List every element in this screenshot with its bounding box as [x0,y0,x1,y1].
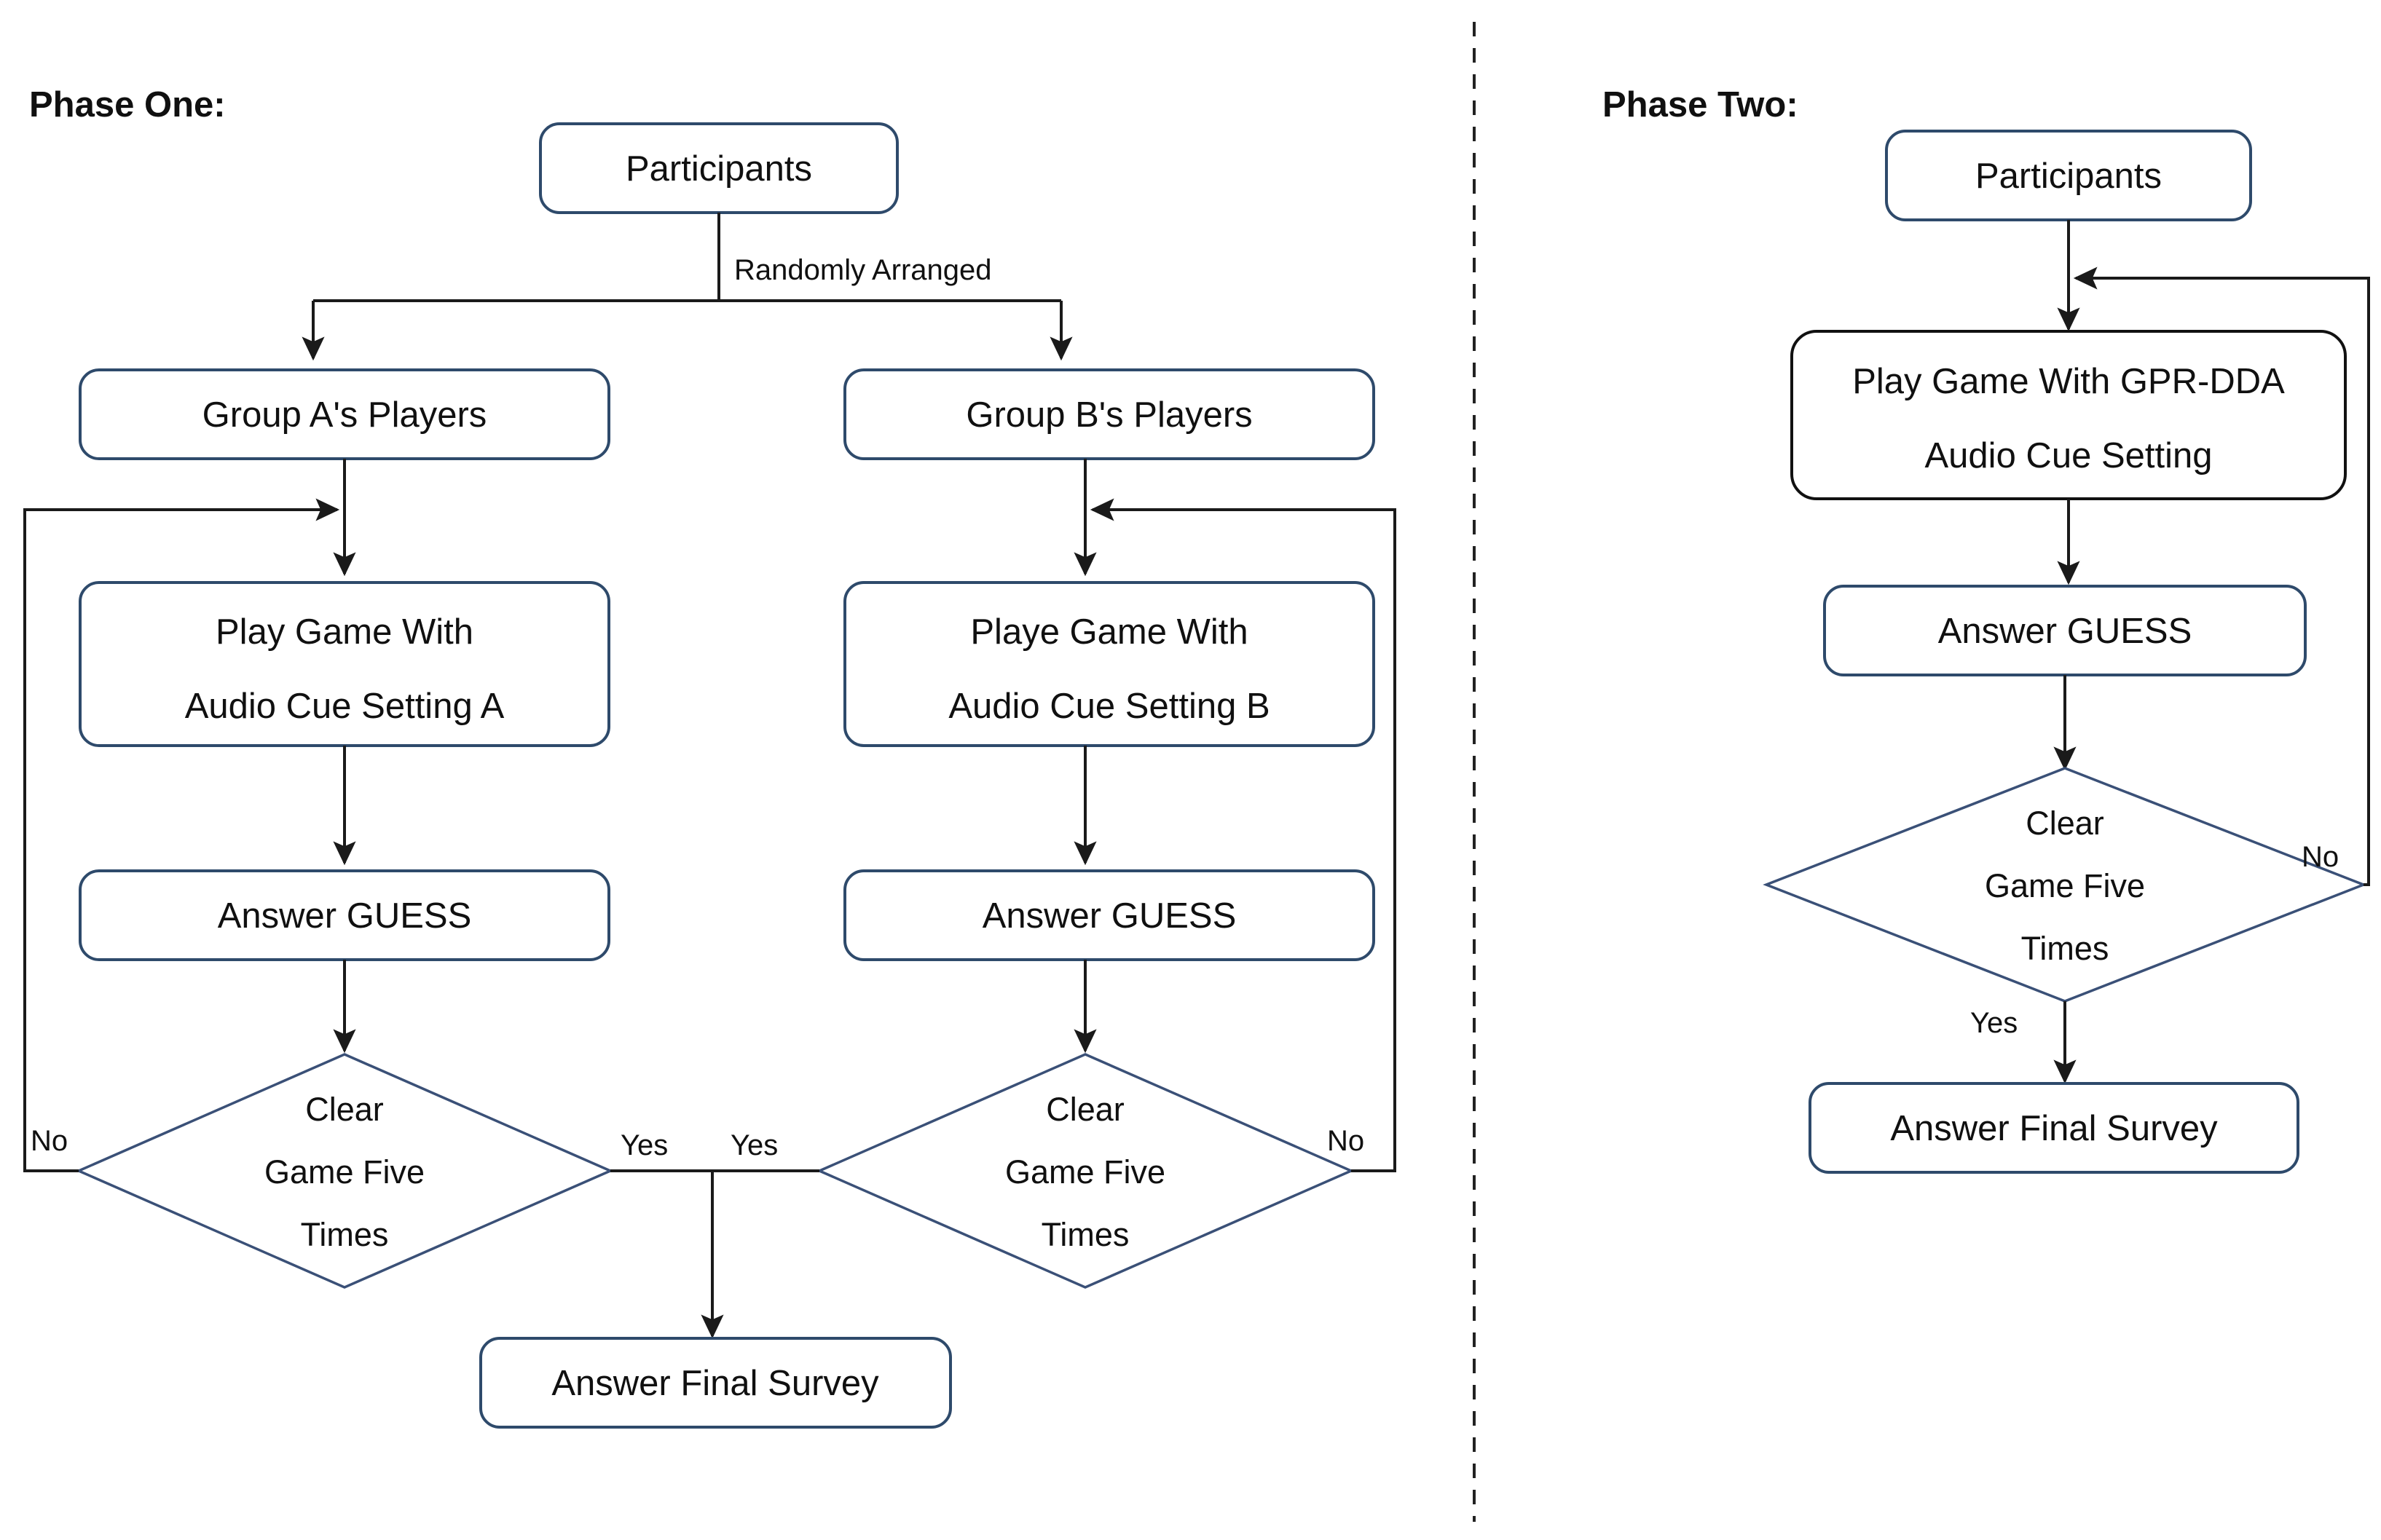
node-answer-guess-b-label: Answer GUESS [983,896,1237,936]
node-decision-phase-two-line1: Clear [2026,805,2104,842]
phase-two-heading: Phase Two: [1602,85,1798,125]
node-participants-phase-two-label: Participants [1975,157,2162,196]
edge-label-yes-left: Yes [621,1129,668,1161]
node-play-game-gpr-dda-line1: Play Game With GPR-DDA [1852,362,2285,401]
flowchart-canvas: Phase One: Participants Randomly Arrange… [0,0,2381,1540]
edge-label-no-phase-two: No [2302,841,2339,873]
node-play-game-setting-a-line2: Audio Cue Setting A [185,687,505,726]
node-play-game-setting-a-line1: Play Game With [216,612,473,652]
node-play-game-setting-b-line1: Playe Game With [970,612,1248,652]
node-decision-phase-two-line3: Times [2021,930,2109,967]
node-decision-b-line3: Times [1042,1216,1130,1253]
node-decision-phase-two-line2: Game Five [1985,867,2145,904]
edge-label-yes-right: Yes [731,1129,778,1161]
node-decision-b-line1: Clear [1046,1091,1125,1128]
node-group-a-players-label: Group A's Players [202,395,487,435]
node-decision-a-line3: Times [301,1216,389,1253]
node-participants-phase-one-label: Participants [626,149,812,189]
edge-label-no-left: No [31,1125,68,1157]
node-play-game-gpr-dda-line2: Audio Cue Setting [1925,436,2213,475]
node-decision-a-line1: Clear [305,1091,384,1128]
edge-label-randomly-arranged: Randomly Arranged [734,254,992,286]
node-answer-guess-a-label: Answer GUESS [218,896,472,936]
node-answer-guess-phase-two-label: Answer GUESS [1938,612,2192,651]
experiment-flowchart-svg: Phase One: Participants Randomly Arrange… [23,22,2370,1522]
edge-label-no-right: No [1327,1125,1364,1157]
edge-label-yes-phase-two: Yes [1970,1007,2018,1039]
node-decision-b-line2: Game Five [1005,1153,1165,1190]
phase-one-heading: Phase One: [29,85,226,125]
node-play-game-setting-b-line2: Audio Cue Setting B [948,687,1270,726]
node-final-survey-phase-two-label: Answer Final Survey [1890,1109,2218,1148]
node-group-b-players-label: Group B's Players [966,395,1252,435]
node-decision-a-line2: Game Five [264,1153,425,1190]
node-final-survey-phase-one-label: Answer Final Survey [551,1364,879,1403]
